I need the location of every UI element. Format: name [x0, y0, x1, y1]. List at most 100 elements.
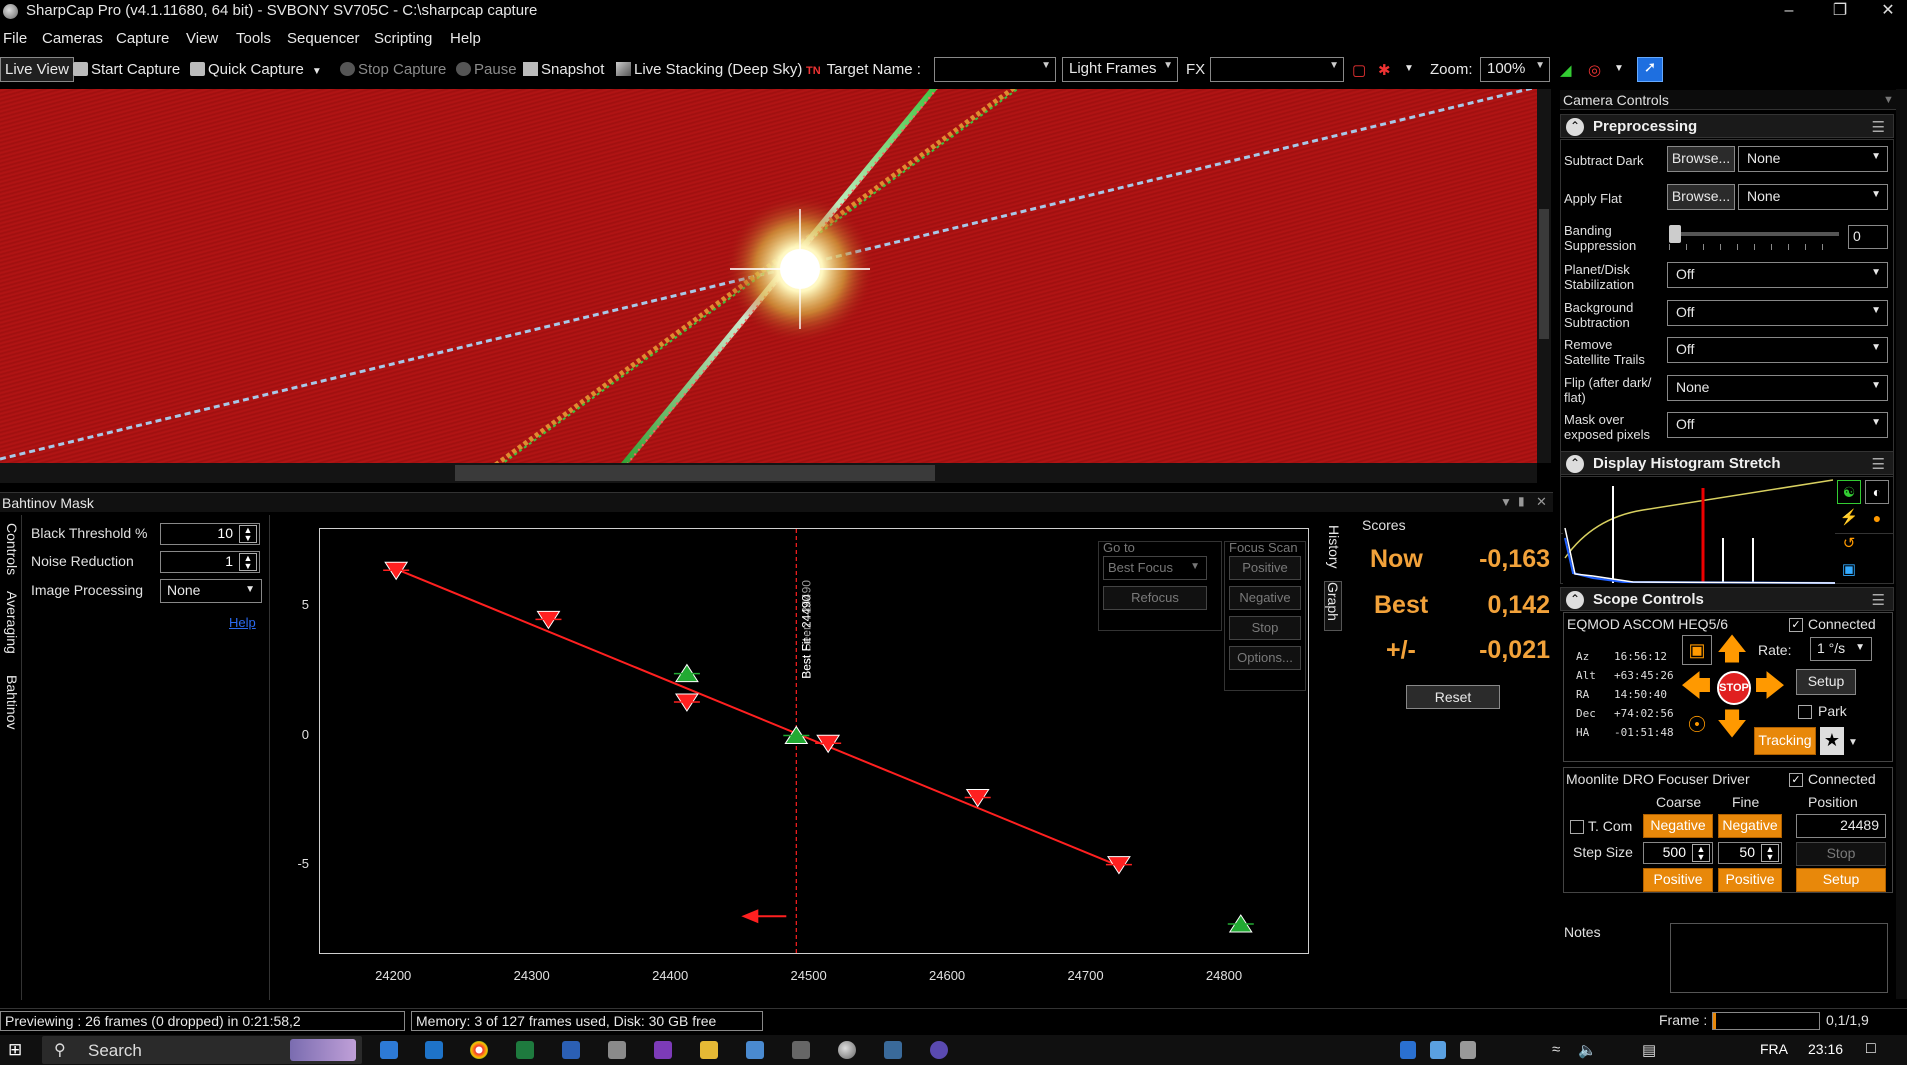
tab-history[interactable]: History — [1324, 525, 1342, 575]
fine-positive-button[interactable]: Positive — [1718, 868, 1782, 892]
target-name-combo[interactable]: ▼ — [934, 57, 1056, 82]
skype-icon[interactable] — [380, 1041, 398, 1059]
menu-icon[interactable]: ☰ — [1872, 455, 1885, 473]
image-vertical-scrollbar[interactable] — [1537, 89, 1551, 463]
language-indicator[interactable]: FRA — [1760, 1041, 1788, 1057]
pause-button[interactable]: Pause — [456, 61, 517, 78]
south-arrow-icon[interactable]: 🡇 — [1716, 709, 1748, 743]
snapshot-button[interactable]: Snapshot — [523, 61, 604, 78]
tray-app-icon[interactable] — [1430, 1041, 1446, 1059]
notifications-icon[interactable]: □ — [1866, 1040, 1876, 1058]
apply-flat-select[interactable]: None ▼ — [1738, 184, 1888, 210]
reticle-icon[interactable]: ▢ — [1352, 61, 1366, 79]
minimize-button[interactable]: – — [1767, 0, 1811, 24]
focuser-connected-checkbox[interactable]: ✓ — [1789, 773, 1803, 787]
notes-textarea[interactable] — [1670, 923, 1888, 993]
menu-icon[interactable]: ☰ — [1872, 118, 1885, 136]
stop-capture-button[interactable]: Stop Capture — [340, 61, 446, 78]
star-tracking-icon[interactable]: ★ — [1820, 727, 1844, 755]
tab-averaging[interactable]: Averaging — [2, 591, 20, 671]
west-arrow-icon[interactable]: 🡆 — [1752, 671, 1788, 705]
windows-start-icon[interactable]: ⊞ — [8, 1041, 27, 1060]
histogram-header[interactable]: ⌃ Display Histogram Stretch ☰ — [1560, 451, 1894, 475]
reset-button[interactable]: Reset — [1406, 685, 1500, 709]
satellite-trails-select[interactable]: Off ▼ — [1667, 337, 1888, 363]
best-focus-select[interactable]: Best Focus ▼ — [1103, 556, 1207, 580]
live-view-button[interactable]: Live View — [0, 57, 74, 82]
temp-comp-checkbox[interactable] — [1570, 820, 1584, 834]
lightning-icon[interactable]: ⚡ — [1837, 507, 1861, 531]
scan-options-button[interactable]: Options... — [1229, 646, 1301, 670]
lock-icon[interactable]: ● — [1865, 507, 1889, 531]
scope-controls-header[interactable]: ⌃ Scope Controls ☰ — [1560, 587, 1894, 611]
noise-reduction-input[interactable]: 1 ▲ ▼ — [160, 551, 260, 573]
menu-capture[interactable]: Capture — [116, 30, 169, 47]
subtract-dark-browse-button[interactable]: Browse... — [1667, 146, 1735, 172]
frame-type-combo[interactable]: Light Frames ▼ — [1062, 57, 1178, 82]
menu-tools[interactable]: Tools — [236, 30, 271, 47]
mount-setup-button[interactable]: Setup — [1796, 669, 1856, 695]
fine-step-input[interactable]: 50 ▲ ▼ — [1718, 842, 1782, 864]
start-capture-button[interactable]: Start Capture — [73, 61, 180, 78]
quick-capture-button[interactable]: Quick Capture ▼ — [190, 61, 322, 78]
coarse-step-input[interactable]: 500 ▲ ▼ — [1643, 842, 1713, 864]
apply-flat-browse-button[interactable]: Browse... — [1667, 184, 1735, 210]
chrome-icon[interactable] — [470, 1041, 488, 1059]
collapse-icon[interactable]: ⌃ — [1566, 591, 1584, 609]
contrast-icon[interactable]: ◐ — [1865, 480, 1889, 504]
camera-controls-scrollbar[interactable] — [1896, 89, 1907, 999]
coarse-negative-button[interactable]: Negative — [1643, 814, 1713, 838]
camera-image-view[interactable] — [0, 89, 1537, 463]
overlay-dropdown-icon[interactable]: ▼ — [1404, 63, 1414, 74]
app-icon[interactable] — [608, 1041, 626, 1059]
excel-icon[interactable] — [516, 1041, 534, 1059]
image-processing-select[interactable]: None ▼ — [160, 579, 262, 603]
tray-device-icon[interactable] — [1460, 1041, 1476, 1059]
black-threshold-input[interactable]: 10 ▲ ▼ — [160, 523, 260, 545]
sharpcap-taskbar-icon[interactable] — [838, 1041, 856, 1059]
word-icon[interactable] — [562, 1041, 580, 1059]
collapse-icon[interactable]: ⌃ — [1566, 455, 1584, 473]
reset-stretch-icon[interactable]: ↺ — [1837, 533, 1861, 557]
save-icon[interactable]: ▣ — [1837, 559, 1861, 581]
collapse-icon[interactable]: ⌃ — [1566, 118, 1584, 136]
menu-file[interactable]: File — [3, 30, 27, 47]
taskbar-search[interactable]: ⚲ Search — [42, 1036, 362, 1064]
focuser-position-field[interactable]: 24489 — [1796, 814, 1886, 838]
histogram-chart[interactable] — [1563, 478, 1835, 584]
menu-scripting[interactable]: Scripting — [374, 30, 432, 47]
refocus-button[interactable]: Refocus — [1103, 586, 1207, 610]
onenote-icon[interactable] — [654, 1041, 672, 1059]
center-icon[interactable]: ☉ — [1682, 711, 1712, 741]
volume-icon[interactable]: 🔈 — [1578, 1041, 1597, 1059]
telescope-app-icon[interactable] — [792, 1041, 810, 1059]
east-arrow-icon[interactable]: 🡄 — [1678, 671, 1714, 705]
flip-select[interactable]: None ▼ — [1667, 375, 1888, 401]
clock[interactable]: 23:16 — [1808, 1041, 1843, 1057]
crosshair-icon[interactable]: ✱ — [1378, 61, 1391, 79]
tab-bahtinov[interactable]: Bahtinov — [2, 675, 20, 745]
stellarium-icon[interactable] — [930, 1041, 948, 1059]
network-app-icon[interactable] — [746, 1041, 764, 1059]
stop-button[interactable]: STOP — [1717, 671, 1751, 705]
pin-panel-icon[interactable]: ▮ — [1518, 494, 1525, 508]
wifi-icon[interactable]: ≈ — [1552, 1041, 1560, 1058]
pin-icon[interactable]: ➚ — [1637, 57, 1663, 82]
north-arrow-icon[interactable]: 🡅 — [1716, 635, 1748, 667]
background-subtraction-select[interactable]: Off ▼ — [1667, 300, 1888, 326]
close-panel-icon[interactable]: ✕ — [1536, 494, 1547, 510]
goto-target-icon[interactable]: ▣ — [1682, 635, 1712, 665]
menu-help[interactable]: Help — [450, 30, 481, 47]
scan-negative-button[interactable]: Negative — [1229, 586, 1301, 610]
help-link[interactable]: Help — [229, 615, 256, 630]
defender-icon[interactable] — [1400, 1041, 1416, 1059]
subtract-dark-select[interactable]: None ▼ — [1738, 146, 1888, 172]
tab-graph[interactable]: Graph — [1324, 581, 1342, 631]
focuser-setup-button[interactable]: Setup — [1796, 868, 1886, 892]
tools-dropdown-icon[interactable]: ▼ — [1614, 63, 1624, 74]
mask-overexposed-select[interactable]: Off ▼ — [1667, 412, 1888, 438]
mount-connected-checkbox[interactable]: ✓ — [1789, 618, 1803, 632]
banding-suppression-slider[interactable] — [1669, 225, 1839, 243]
tracking-dropdown-icon[interactable]: ▼ — [1848, 735, 1858, 750]
coarse-positive-button[interactable]: Positive — [1643, 868, 1713, 892]
